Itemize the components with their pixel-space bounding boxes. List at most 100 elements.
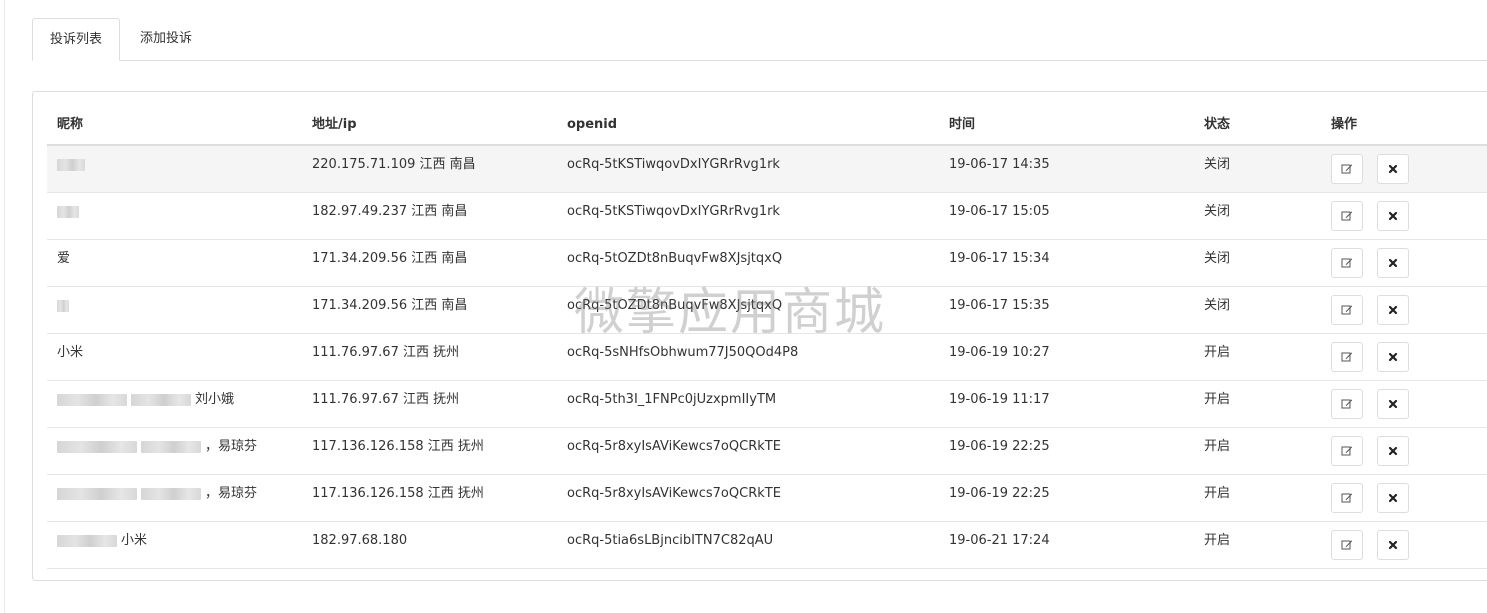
delete-button[interactable] — [1377, 201, 1409, 231]
tab-bar: 投诉列表 添加投诉 — [32, 18, 1487, 61]
edit-icon — [1341, 211, 1353, 221]
cell-status: 关闭 — [1204, 251, 1231, 266]
cell-address: 182.97.49.237 江西 南昌 — [312, 204, 468, 219]
cell-openid: ocRq-5r8xyIsAViKewcs7oQCRkTE — [567, 486, 781, 501]
redacted-nickname-blur — [141, 487, 201, 500]
delete-button[interactable] — [1377, 295, 1409, 325]
close-icon — [1388, 164, 1398, 174]
cell-time: 19-06-19 22:25 — [949, 439, 1050, 454]
cell-status: 关闭 — [1204, 204, 1231, 219]
cell-openid: ocRq-5sNHfsObhwum77J50QOd4P8 — [567, 345, 799, 360]
cell-status: 开启 — [1204, 486, 1231, 501]
delete-button[interactable] — [1377, 483, 1409, 513]
close-icon — [1388, 352, 1398, 362]
edit-icon — [1341, 446, 1353, 456]
table-header: 昵称 地址/ip openid 时间 状态 操作 — [47, 104, 1487, 146]
table-row: 182.97.49.237 江西 南昌 ocRq-5tKSTiwqovDxIYGR… — [47, 193, 1487, 240]
close-icon — [1388, 211, 1398, 221]
close-icon — [1388, 493, 1398, 503]
close-icon — [1388, 540, 1398, 550]
delete-button[interactable] — [1377, 436, 1409, 466]
cell-openid: ocRq-5tKSTiwqovDxIYGRrRvg1rk — [567, 204, 780, 219]
close-icon — [1388, 305, 1398, 315]
cell-openid: ocRq-5r8xyIsAViKewcs7oQCRkTE — [567, 439, 781, 454]
edit-icon — [1341, 258, 1353, 268]
edit-button[interactable] — [1331, 530, 1363, 560]
left-edge-line — [4, 0, 5, 613]
delete-button[interactable] — [1377, 248, 1409, 278]
nickname-text: 小米 — [57, 345, 84, 360]
edit-icon — [1341, 399, 1353, 409]
cell-status: 开启 — [1204, 533, 1231, 548]
cell-nickname: 爱 — [57, 240, 70, 286]
cell-status: 关闭 — [1204, 157, 1231, 172]
cell-nickname — [57, 287, 73, 333]
table-row: 小米 111.76.97.67 江西 抚州 ocRq-5sNHfsObhwum77J… — [47, 334, 1487, 381]
edit-button[interactable] — [1331, 201, 1363, 231]
edit-button[interactable] — [1331, 295, 1363, 325]
edit-button[interactable] — [1331, 154, 1363, 184]
close-icon — [1388, 258, 1398, 268]
cell-nickname — [57, 146, 89, 192]
cell-status: 开启 — [1204, 439, 1231, 454]
redacted-nickname-blur — [57, 158, 85, 171]
edit-button[interactable] — [1331, 342, 1363, 372]
cell-nickname: 刘小娥 — [57, 381, 234, 427]
cell-address: 182.97.68.180 — [312, 533, 408, 548]
delete-button[interactable] — [1377, 530, 1409, 560]
cell-time: 19-06-17 15:05 — [949, 204, 1050, 219]
delete-button[interactable] — [1377, 389, 1409, 419]
complaint-table-panel: 昵称 地址/ip openid 时间 状态 操作 220.175.71.109 … — [32, 91, 1487, 581]
column-header-status: 状态 — [1204, 117, 1231, 132]
table-row: 刘小娥 111.76.97.67 江西 抚州 ocRq-5th3I_1FNPc0jU… — [47, 381, 1487, 428]
cell-address: 171.34.209.56 江西 南昌 — [312, 298, 468, 313]
redacted-nickname-blur — [57, 534, 117, 547]
column-header-actions: 操作 — [1331, 117, 1358, 132]
edit-icon — [1341, 305, 1353, 315]
tab-add-complaint[interactable]: 添加投诉 — [126, 18, 206, 60]
cell-address: 111.76.97.67 江西 抚州 — [312, 345, 460, 360]
table-row: ，易琼芬 117.136.126.158 江西 抚州 ocRq-5r8xyIsAVi… — [47, 428, 1487, 475]
redacted-nickname-blur — [57, 205, 79, 218]
cell-status: 关闭 — [1204, 298, 1231, 313]
column-header-time: 时间 — [949, 117, 976, 132]
cell-address: 117.136.126.158 江西 抚州 — [312, 486, 484, 501]
redacted-nickname-blur — [57, 440, 137, 453]
redacted-nickname-blur — [57, 487, 137, 500]
cell-openid: ocRq-5th3I_1FNPc0jUzxpmIIyTM — [567, 392, 777, 407]
table-row: 爱 171.34.209.56 江西 南昌 ocRq-5tOZDt8nBuqvFw8… — [47, 240, 1487, 287]
cell-nickname: ，易琼芬 — [57, 475, 257, 521]
nickname-text: ，易琼芬 — [205, 486, 258, 501]
cell-time: 19-06-19 11:17 — [949, 392, 1050, 407]
edit-button[interactable] — [1331, 483, 1363, 513]
cell-address: 111.76.97.67 江西 抚州 — [312, 392, 460, 407]
table-row: 小米 182.97.68.180 ocRq-5tia6sLBjncibITN7C82… — [47, 522, 1487, 569]
cell-address: 117.136.126.158 江西 抚州 — [312, 439, 484, 454]
column-header-openid: openid — [567, 117, 618, 132]
cell-status: 开启 — [1204, 392, 1231, 407]
cell-status: 开启 — [1204, 345, 1231, 360]
edit-icon — [1341, 352, 1353, 362]
edit-button[interactable] — [1331, 389, 1363, 419]
close-icon — [1388, 446, 1398, 456]
delete-button[interactable] — [1377, 154, 1409, 184]
cell-nickname: 小米 — [57, 522, 147, 568]
edit-button[interactable] — [1331, 436, 1363, 466]
table-row: 171.34.209.56 江西 南昌 ocRq-5tOZDt8nBuqvFw8X… — [47, 287, 1487, 334]
nickname-text: ，易琼芬 — [205, 439, 258, 454]
cell-time: 19-06-19 10:27 — [949, 345, 1050, 360]
nickname-text: 小米 — [121, 533, 148, 548]
cell-time: 19-06-21 17:24 — [949, 533, 1050, 548]
cell-time: 19-06-17 15:34 — [949, 251, 1050, 266]
tab-complaint-list[interactable]: 投诉列表 — [32, 18, 120, 61]
edit-button[interactable] — [1331, 248, 1363, 278]
close-icon — [1388, 399, 1398, 409]
delete-button[interactable] — [1377, 342, 1409, 372]
edit-icon — [1341, 164, 1353, 174]
redacted-nickname-blur — [141, 440, 201, 453]
column-header-address: 地址/ip — [312, 117, 357, 132]
cell-time: 19-06-17 14:35 — [949, 157, 1050, 172]
cell-openid: ocRq-5tia6sLBjncibITN7C82qAU — [567, 533, 774, 548]
nickname-text: 刘小娥 — [195, 392, 235, 407]
table-row: ，易琼芬 117.136.126.158 江西 抚州 ocRq-5r8xyIsAVi… — [47, 475, 1487, 522]
